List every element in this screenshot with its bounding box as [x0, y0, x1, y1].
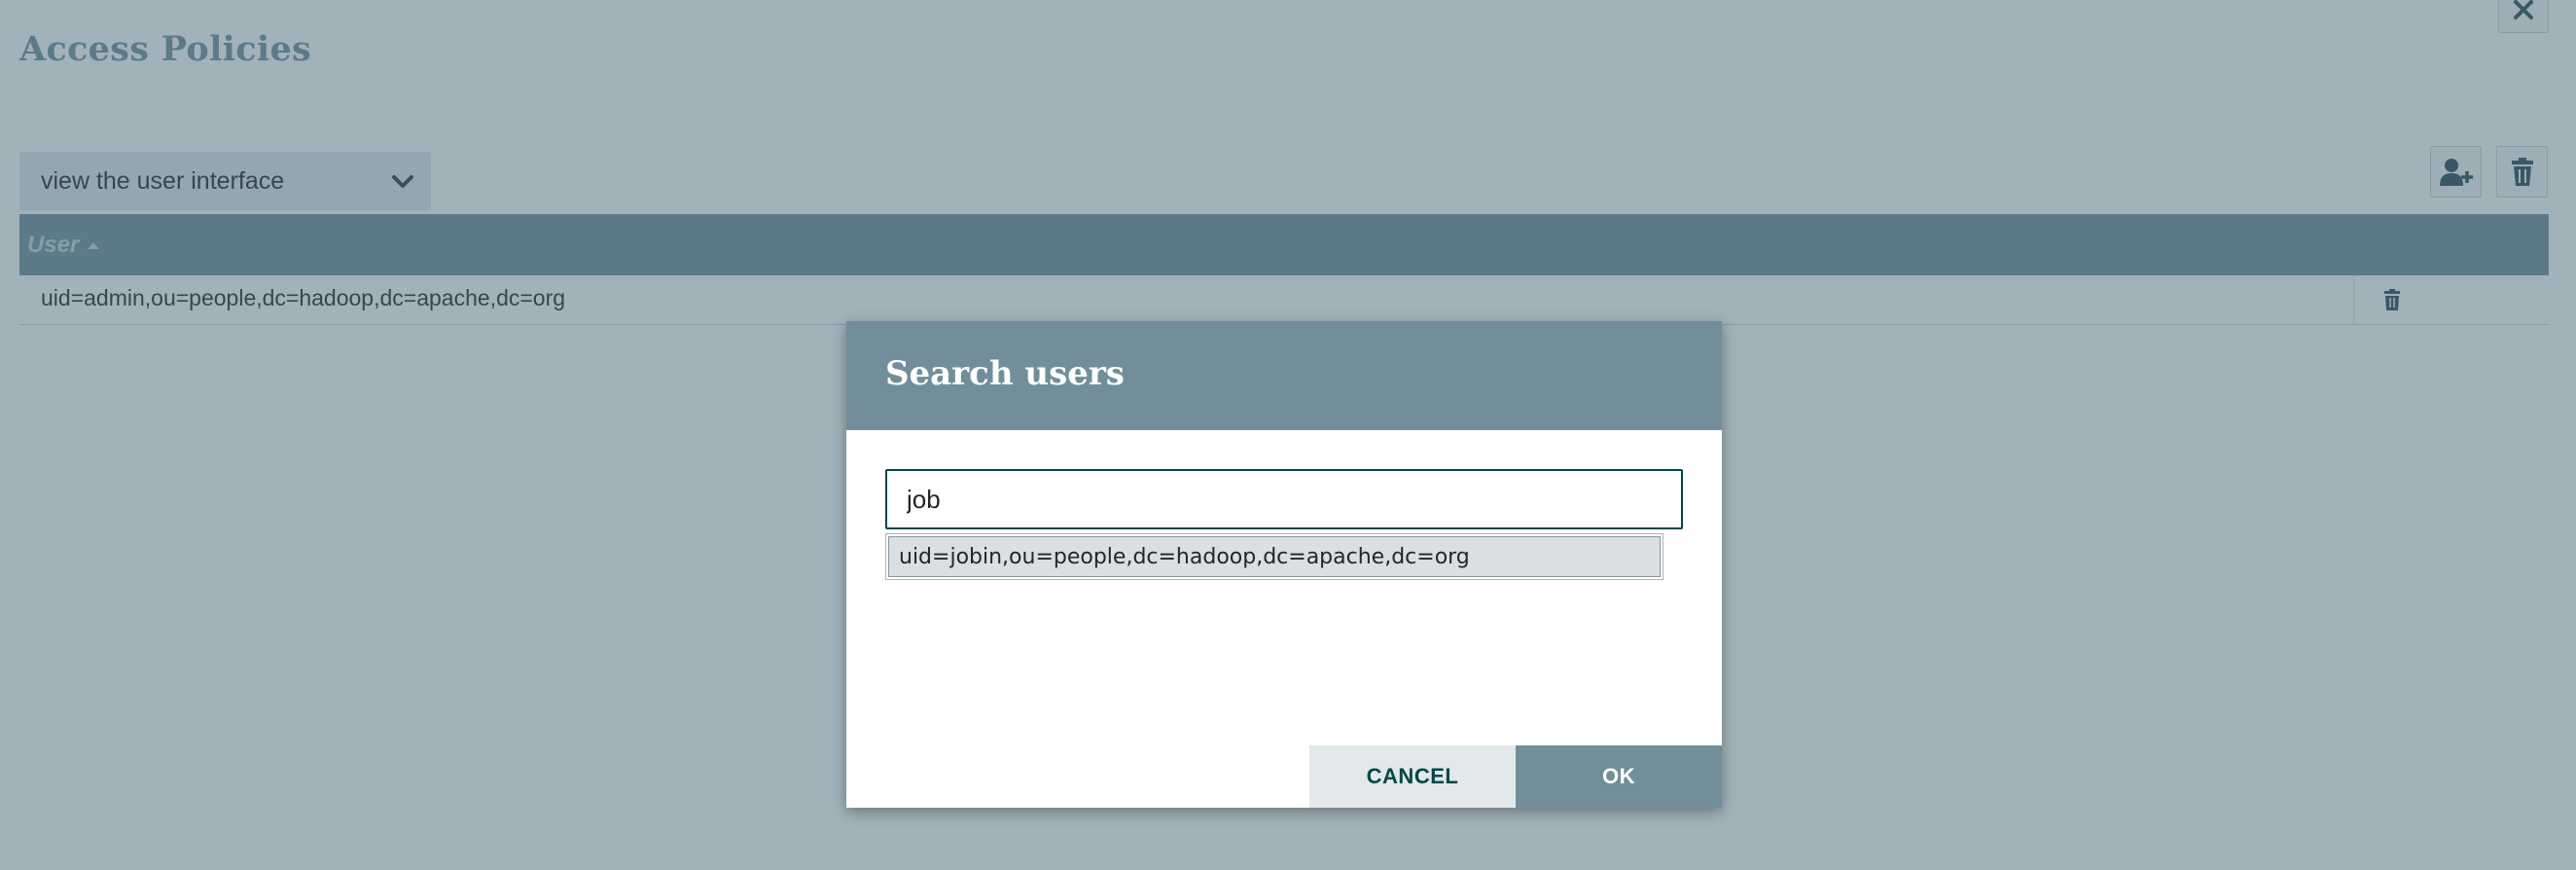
autocomplete-item[interactable]: uid=jobin,ou=people,dc=hadoop,dc=apache,… — [888, 536, 1661, 577]
dialog-header: Search users — [846, 321, 1722, 430]
dialog-title: Search users — [885, 354, 1125, 393]
ok-button[interactable]: OK — [1516, 745, 1722, 808]
cancel-button[interactable]: CANCEL — [1309, 745, 1516, 808]
autocomplete-list: uid=jobin,ou=people,dc=hadoop,dc=apache,… — [885, 533, 1664, 580]
search-input[interactable] — [885, 469, 1683, 529]
search-users-dialog: Search users uid=jobin,ou=people,dc=hado… — [846, 321, 1722, 808]
